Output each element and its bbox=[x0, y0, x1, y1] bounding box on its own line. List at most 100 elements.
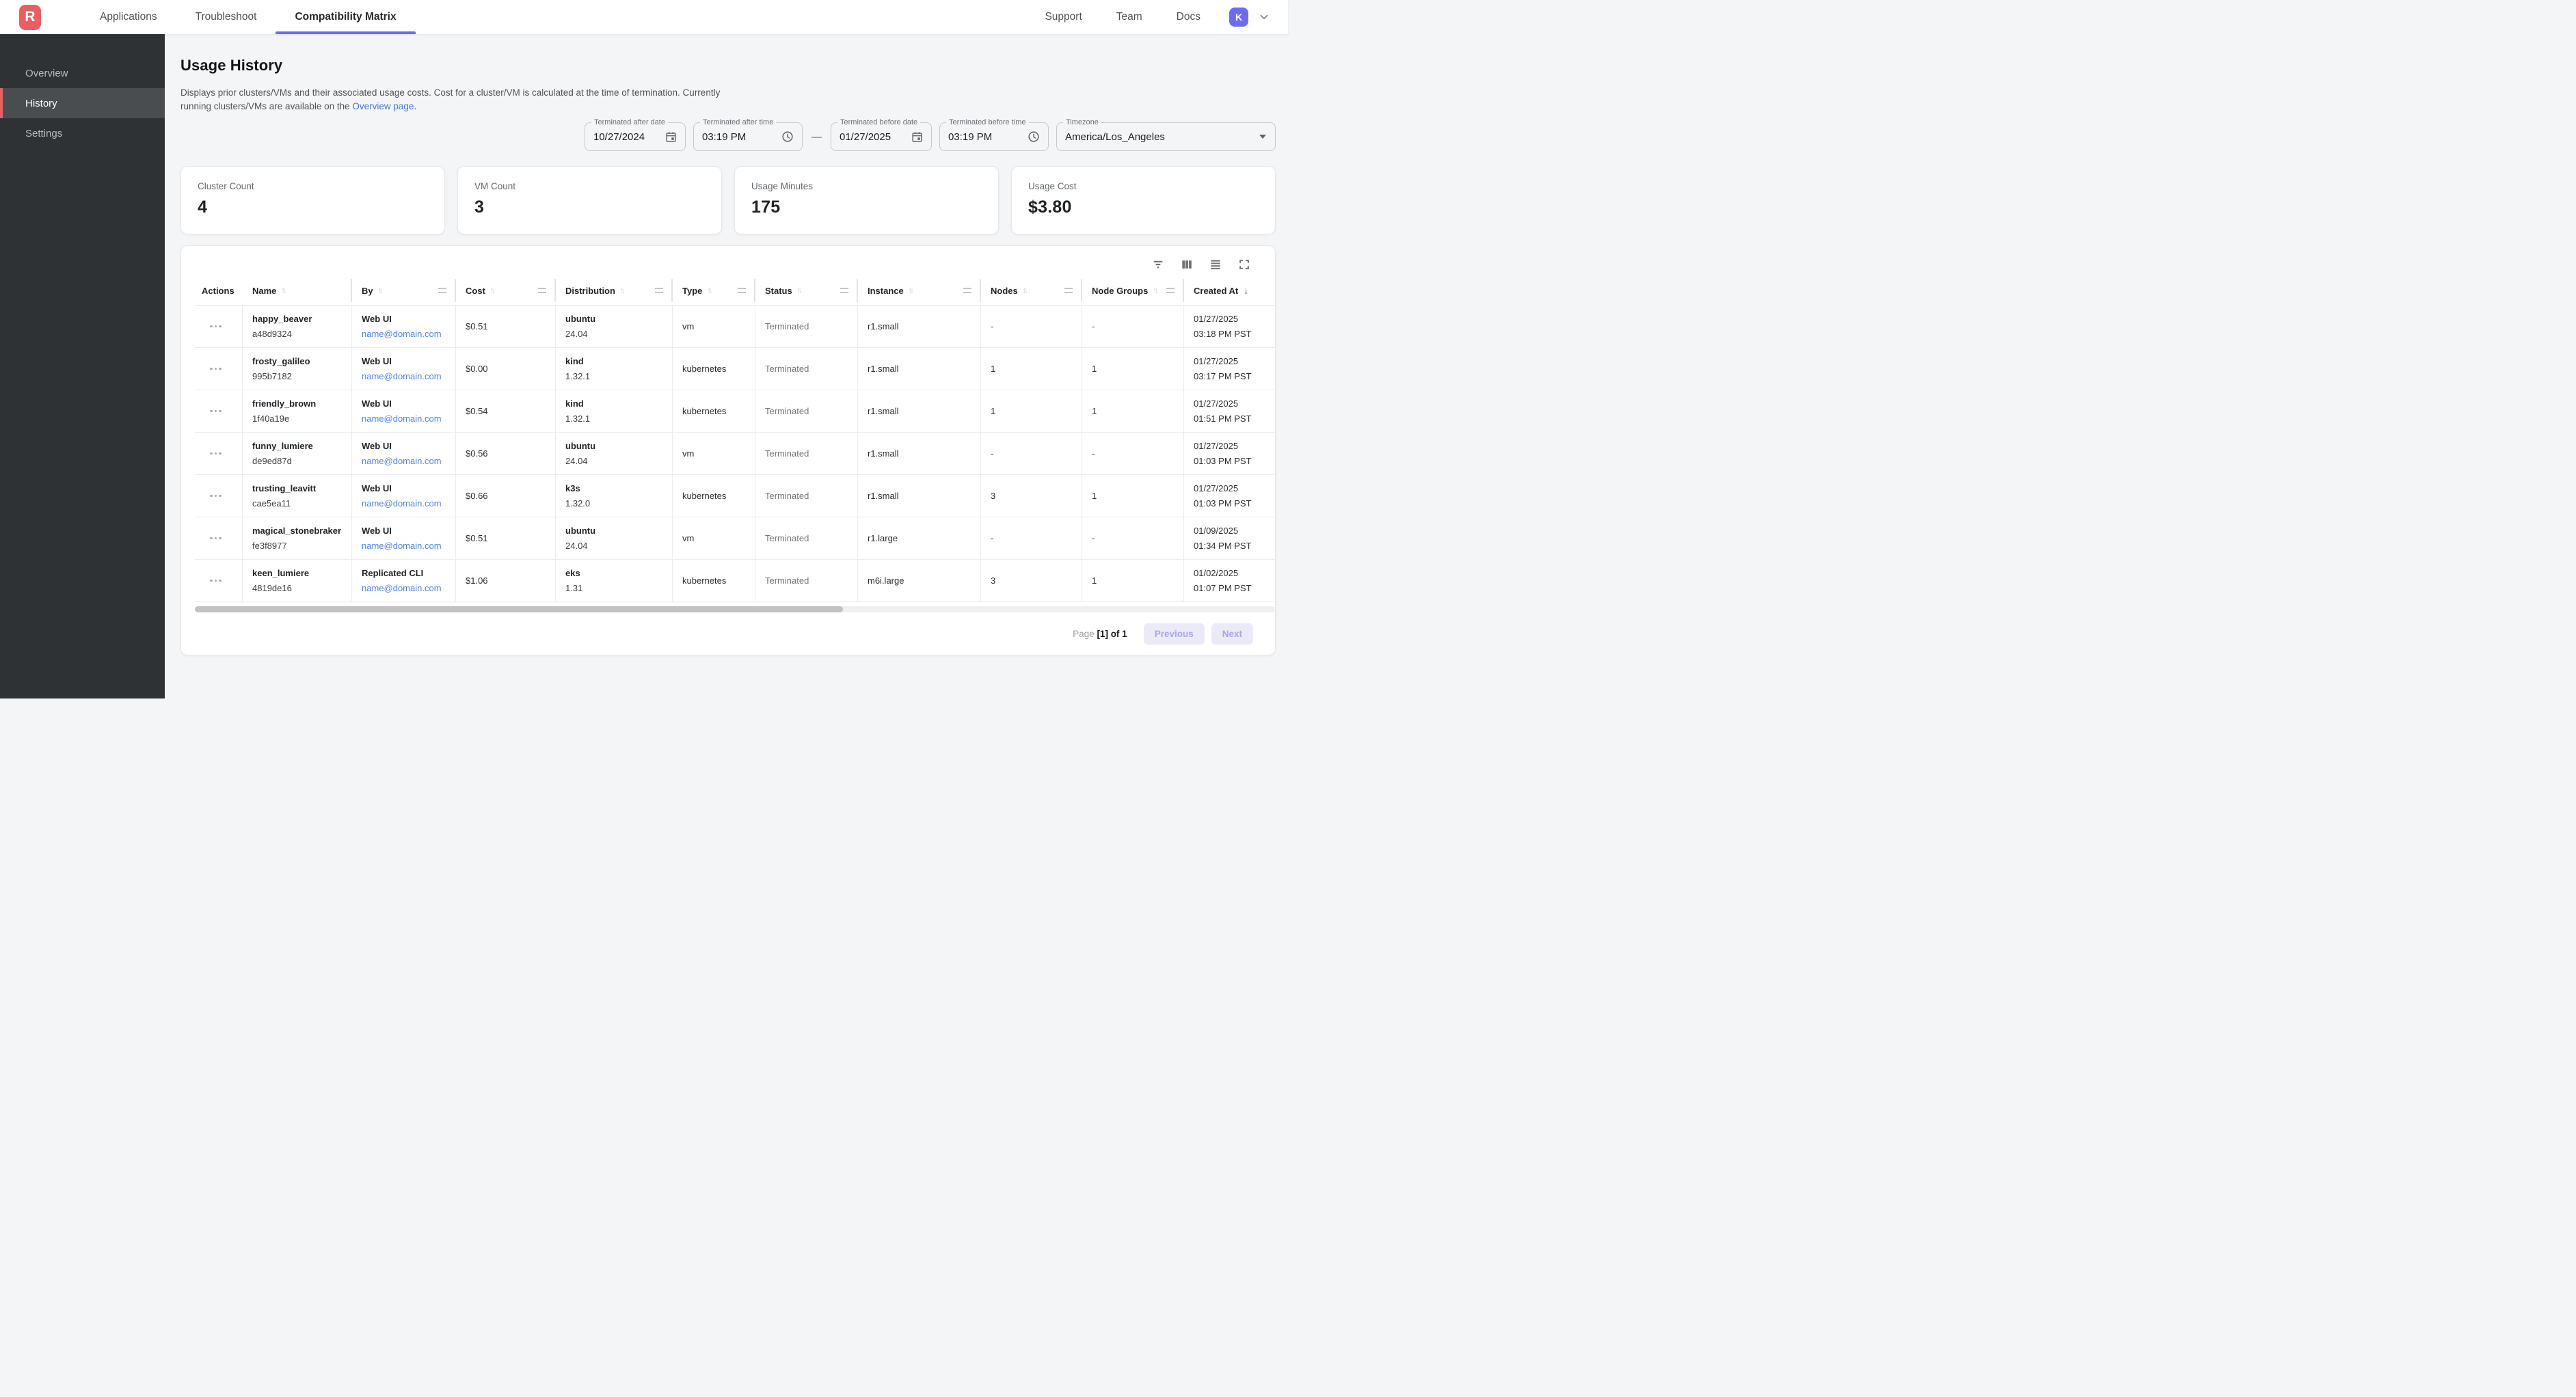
clock-icon[interactable] bbox=[781, 130, 794, 144]
account-menu-button[interactable] bbox=[1258, 11, 1270, 23]
nav-link-docs[interactable]: Docs bbox=[1164, 11, 1213, 23]
column-menu-icon[interactable] bbox=[738, 288, 746, 293]
column-header-type[interactable]: Type ↑↓ bbox=[673, 276, 755, 305]
terminated-after-date-field[interactable]: Terminated after date 10/27/2024 bbox=[585, 122, 686, 151]
sort-icon[interactable]: ↑↓ bbox=[281, 286, 284, 295]
terminated-before-date-field[interactable]: Terminated before date 01/27/2025 bbox=[831, 122, 932, 151]
sort-icon[interactable]: ↑↓ bbox=[620, 286, 623, 295]
tab-label: Applications bbox=[100, 11, 157, 23]
sort-icon[interactable]: ↑↓ bbox=[378, 286, 381, 295]
row-actions-button[interactable] bbox=[206, 364, 226, 375]
created-by-email-link[interactable]: name@domain.com bbox=[362, 498, 450, 509]
tab-applications[interactable]: Applications bbox=[81, 0, 176, 34]
column-header-by[interactable]: By ↑↓ bbox=[352, 276, 456, 305]
avatar[interactable]: K bbox=[1229, 8, 1248, 27]
sort-descending-icon[interactable]: ↓ bbox=[1244, 285, 1248, 296]
terminated-after-time-field[interactable]: Terminated after time 03:19 PM bbox=[693, 122, 803, 151]
sidebar-item-settings[interactable]: Settings bbox=[0, 118, 165, 148]
cluster-name: keen_lumiere bbox=[252, 568, 346, 579]
cell-nodes: 3 bbox=[981, 475, 1082, 517]
created-by-email-link[interactable]: name@domain.com bbox=[362, 456, 450, 467]
tab-troubleshoot[interactable]: Troubleshoot bbox=[176, 0, 276, 34]
sort-icon[interactable]: ↑↓ bbox=[1023, 286, 1026, 295]
table-row: keen_lumiere 4819de16 Replicated CLI nam… bbox=[195, 560, 1275, 602]
terminated-before-time-field[interactable]: Terminated before time 03:19 PM bbox=[939, 122, 1049, 151]
ellipsis-icon bbox=[215, 537, 217, 540]
sort-icon[interactable]: ↑↓ bbox=[490, 286, 494, 295]
column-header-status[interactable]: Status ↑↓ bbox=[755, 276, 858, 305]
dropdown-arrow-icon bbox=[1259, 135, 1266, 139]
sort-icon[interactable]: ↑↓ bbox=[707, 286, 710, 295]
tab-compatibility-matrix[interactable]: Compatibility Matrix bbox=[276, 0, 415, 34]
column-header-cost[interactable]: Cost ↑↓ bbox=[456, 276, 556, 305]
overview-page-link[interactable]: Overview page bbox=[352, 101, 414, 111]
stat-card-vm-count: VM Count 3 bbox=[457, 166, 722, 234]
sort-icon[interactable]: ↑↓ bbox=[797, 286, 801, 295]
nav-link-support[interactable]: Support bbox=[1032, 11, 1094, 23]
density-button[interactable] bbox=[1208, 257, 1223, 272]
top-nav: R Applications Troubleshoot Compatibilit… bbox=[0, 0, 1288, 34]
horizontal-scrollbar-thumb[interactable] bbox=[195, 606, 843, 612]
cell-actions bbox=[195, 390, 243, 432]
fullscreen-button[interactable] bbox=[1237, 257, 1252, 272]
column-header-nodes[interactable]: Nodes ↑↓ bbox=[981, 276, 1082, 305]
stat-value: 4 bbox=[198, 198, 428, 217]
column-menu-icon[interactable] bbox=[1064, 288, 1073, 293]
calendar-icon[interactable] bbox=[911, 131, 924, 144]
columns-button[interactable] bbox=[1179, 257, 1194, 272]
ellipsis-icon bbox=[210, 410, 213, 413]
column-header-name[interactable]: Name ↑↓ bbox=[243, 276, 352, 305]
distribution-name: kind bbox=[565, 398, 667, 409]
calendar-icon[interactable] bbox=[665, 131, 677, 144]
row-actions-button[interactable] bbox=[206, 406, 226, 417]
sidebar-item-overview[interactable]: Overview bbox=[0, 58, 165, 88]
column-menu-icon[interactable] bbox=[538, 288, 546, 293]
nav-link-team[interactable]: Team bbox=[1104, 11, 1155, 23]
row-actions-button[interactable] bbox=[206, 533, 226, 544]
created-by-email-link[interactable]: name@domain.com bbox=[362, 371, 450, 382]
created-by-email-link[interactable]: name@domain.com bbox=[362, 413, 450, 424]
column-header-node-groups[interactable]: Node Groups ↑↓ bbox=[1082, 276, 1184, 305]
app-logo[interactable]: R bbox=[19, 5, 41, 30]
chevron-down-icon bbox=[1258, 11, 1270, 23]
row-actions-button[interactable] bbox=[206, 448, 226, 459]
nodes-value: 1 bbox=[991, 406, 1076, 417]
active-tab-underline bbox=[276, 31, 415, 34]
timezone-select[interactable]: Timezone America/Los_Angeles bbox=[1056, 122, 1276, 151]
main-content: Usage History Displays prior clusters/VM… bbox=[165, 34, 1288, 698]
sort-icon[interactable]: ↑↓ bbox=[909, 286, 912, 295]
clock-icon[interactable] bbox=[1027, 130, 1041, 144]
sort-icon[interactable]: ↑↓ bbox=[1153, 286, 1156, 295]
horizontal-scrollbar-track[interactable] bbox=[195, 606, 1275, 612]
row-actions-button[interactable] bbox=[206, 491, 226, 502]
created-by-source: Web UI bbox=[362, 314, 450, 325]
created-date: 01/02/2025 bbox=[1194, 568, 1270, 579]
cluster-id: a48d9324 bbox=[252, 329, 346, 340]
column-label: Type bbox=[682, 286, 702, 296]
column-menu-icon[interactable] bbox=[438, 288, 446, 293]
column-menu-icon[interactable] bbox=[1166, 288, 1175, 293]
created-date: 01/27/2025 bbox=[1194, 398, 1270, 409]
status-badge: Terminated bbox=[765, 321, 852, 332]
previous-button[interactable]: Previous bbox=[1144, 623, 1205, 645]
created-by-email-link[interactable]: name@domain.com bbox=[362, 329, 450, 340]
column-menu-icon[interactable] bbox=[840, 288, 848, 293]
column-header-instance[interactable]: Instance ↑↓ bbox=[858, 276, 981, 305]
column-header-created-at[interactable]: Created At ↓ bbox=[1184, 276, 1275, 305]
stat-label: Usage Cost bbox=[1028, 181, 1259, 191]
nav-right: Support Team Docs K bbox=[1032, 8, 1270, 27]
row-actions-button[interactable] bbox=[206, 575, 226, 586]
next-button[interactable]: Next bbox=[1211, 623, 1253, 645]
row-actions-button[interactable] bbox=[206, 321, 226, 332]
column-header-distribution[interactable]: Distribution ↑↓ bbox=[556, 276, 673, 305]
column-menu-icon[interactable] bbox=[655, 288, 663, 293]
column-menu-icon[interactable] bbox=[963, 288, 971, 293]
created-by-email-link[interactable]: name@domain.com bbox=[362, 541, 450, 552]
ellipsis-icon bbox=[215, 495, 217, 498]
cell-actions bbox=[195, 306, 243, 347]
ellipsis-icon bbox=[219, 537, 222, 540]
cell-distribution: k3s 1.32.0 bbox=[556, 475, 673, 517]
created-by-email-link[interactable]: name@domain.com bbox=[362, 583, 450, 594]
sidebar-item-history[interactable]: History bbox=[0, 88, 165, 118]
filter-button[interactable] bbox=[1151, 257, 1166, 272]
